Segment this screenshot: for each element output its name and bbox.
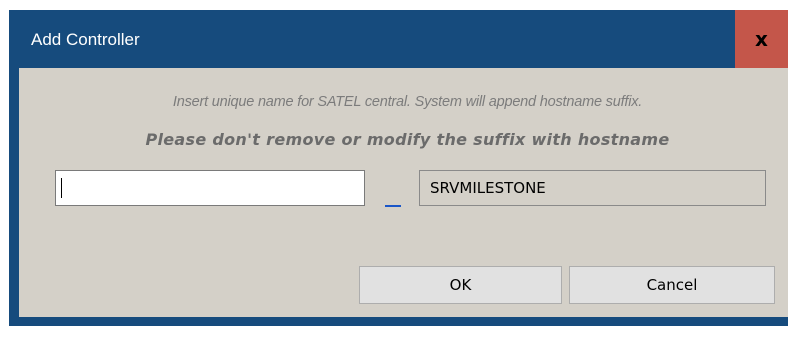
warning-text: Please don't remove or modify the suffix…: [145, 130, 670, 149]
window-title: Add Controller: [31, 30, 140, 49]
controller-name-input[interactable]: [55, 170, 365, 206]
cancel-button[interactable]: Cancel: [569, 266, 775, 304]
hostname-suffix-field: SRVMILESTONE: [419, 170, 766, 206]
instruction-text: Insert unique name for SATEL central. Sy…: [172, 94, 643, 110]
ok-button[interactable]: OK: [359, 266, 562, 304]
add-controller-dialog: Add Controller x Insert unique name for …: [0, 0, 797, 335]
close-button[interactable]: x: [735, 10, 788, 68]
suffix-separator: [385, 205, 401, 207]
text-caret: [61, 178, 62, 198]
